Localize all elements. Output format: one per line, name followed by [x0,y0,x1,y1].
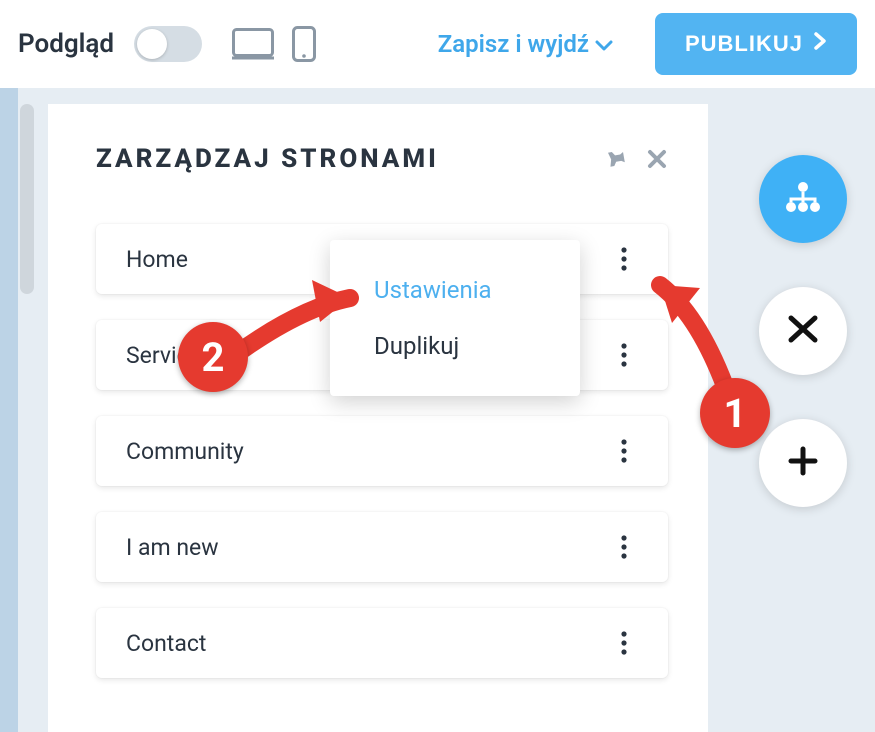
toggle-knob [137,29,167,59]
page-item-options[interactable] [610,620,638,666]
close-editor-button[interactable] [759,287,847,375]
panel-header: ZARZĄDZAJ STRONAMI [96,144,668,174]
page-item-label: Contact [126,630,206,657]
page-item-label: Home [126,246,188,273]
page-item-community[interactable]: Community [96,416,668,486]
save-exit-link[interactable]: Zapisz i wyjdź [438,30,613,58]
page-item-label: Community [126,438,244,465]
desktop-icon[interactable] [232,28,274,60]
panel-header-icons [606,148,668,170]
manage-pages-panel: ZARZĄDZAJ STRONAMI Home Services Communi… [48,104,708,732]
device-icons [232,26,316,62]
panel-title: ZARZĄDZAJ STRONAMI [96,144,439,174]
preview-toggle[interactable] [134,26,202,62]
save-exit-label: Zapisz i wyjdź [438,30,589,58]
close-icon[interactable] [646,148,668,170]
menu-item-duplicate[interactable]: Duplikuj [330,318,580,374]
page-item-options[interactable] [610,428,638,474]
page-item-label: Services [126,342,213,369]
publish-label: PUBLIKUJ [685,31,803,57]
scroll-thumb[interactable] [20,104,34,294]
page-item-iamnew[interactable]: I am new [96,512,668,582]
publish-button[interactable]: PUBLIKUJ [655,13,857,75]
page-item-options[interactable] [610,524,638,570]
pin-icon[interactable] [606,148,628,170]
preview-label: Podgląd [18,29,114,59]
mobile-icon[interactable] [292,26,316,62]
page-item-contact[interactable]: Contact [96,608,668,678]
plus-icon [786,444,820,482]
page-context-menu: Ustawienia Duplikuj [330,240,580,396]
chevron-right-icon [813,31,827,57]
sitemap-button[interactable] [759,155,847,243]
page-item-options[interactable] [610,332,638,378]
add-button[interactable] [759,419,847,507]
left-edge [0,88,18,732]
top-bar: Podgląd Zapisz i wyjdź PUBLIKUJ [0,0,875,88]
page-item-options[interactable] [610,236,638,282]
menu-item-settings[interactable]: Ustawienia [330,262,580,318]
x-icon [786,312,820,350]
chevron-down-icon [595,30,613,58]
sitemap-icon [783,179,823,219]
page-item-label: I am new [126,534,219,561]
right-rail [759,155,847,507]
